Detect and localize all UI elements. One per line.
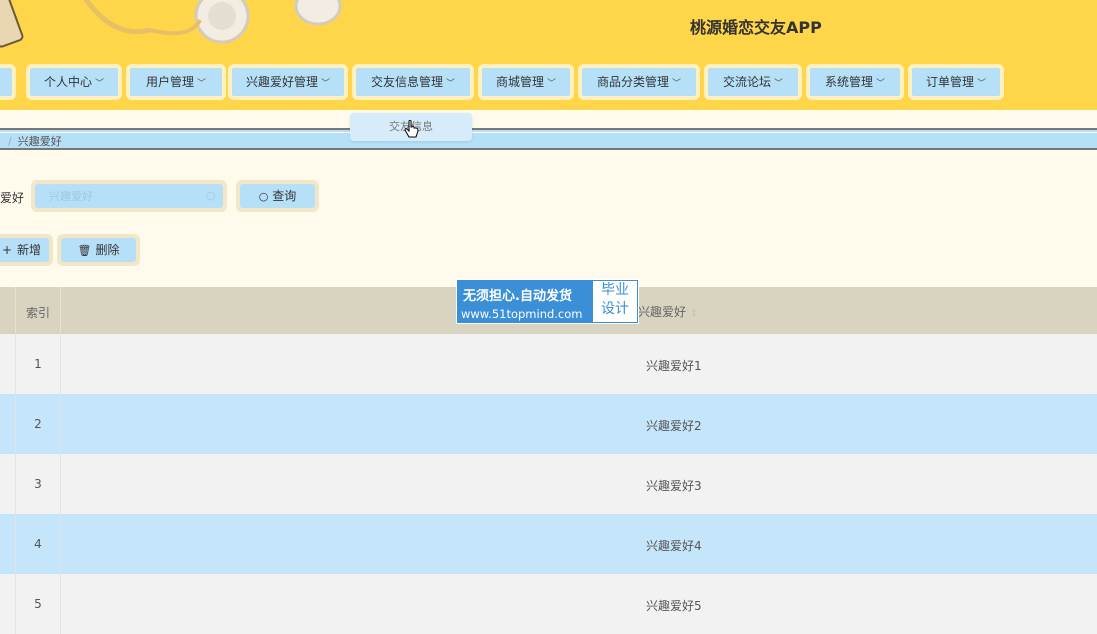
table-row[interactable]: 4 兴趣爱好4 [0, 514, 1097, 574]
nav-label: 订单管理 [925, 75, 974, 89]
nav-item-user-management[interactable]: 用户管理 ﹀ [126, 64, 226, 100]
table-row[interactable]: 5 兴趣爱好5 [0, 574, 1097, 634]
chevron-down-icon: ﹀ [774, 79, 784, 89]
row-hobby-cell: 兴趣爱好1 [646, 359, 702, 373]
row-hobby-cell: 兴趣爱好4 [646, 539, 702, 553]
hand-cursor-icon [404, 120, 419, 138]
row-index-cell: 5 [16, 574, 61, 634]
add-button-wrap: + 新增 [0, 234, 53, 266]
breadcrumb: / 兴趣爱好 [0, 128, 1097, 150]
search-icon: ○ [206, 189, 216, 202]
watermark-text: 无须担心.自动发货 www.51topmind.com [457, 280, 592, 323]
delete-button[interactable]: 🗑 删除 [61, 238, 136, 262]
chevron-down-icon: ﹀ [977, 79, 987, 89]
row-hobby-cell: 兴趣爱好3 [646, 479, 702, 493]
nav-item-order-management[interactable]: 订单管理 ﹀ [908, 64, 1004, 100]
column-header-index: 索引 [16, 287, 61, 334]
nav-item-forum[interactable]: 交流论坛 ﹀ [704, 64, 802, 100]
nav-item-hobby-management[interactable]: 兴趣爱好管理 ﹀ [228, 64, 348, 100]
add-button[interactable]: + 新增 [0, 238, 49, 262]
query-button-wrap: ○ 查询 [236, 180, 319, 212]
nav-spacer [0, 110, 1097, 128]
column-header-hobby[interactable]: 兴趣爱好 ⇕ [638, 303, 698, 320]
watermark-line1: 无须担心.自动发货 [463, 289, 572, 304]
watermark-badge: 毕业 设计 [593, 281, 637, 322]
query-button-label: 查询 [272, 189, 297, 203]
query-button[interactable]: ○ 查询 [240, 184, 315, 208]
row-index-cell: 2 [16, 394, 61, 454]
delete-button-label: 删除 [95, 243, 120, 257]
breadcrumb-separator: / [8, 135, 12, 148]
row-hobby-cell: 兴趣爱好5 [646, 599, 702, 613]
row-index-cell: 1 [16, 334, 61, 394]
trash-icon: 🗑 [77, 244, 92, 257]
nav-item-prev[interactable] [0, 64, 16, 100]
chevron-down-icon: ﹀ [672, 79, 682, 89]
nav-item-mall-management[interactable]: 商城管理 ﹀ [478, 64, 574, 100]
table-row[interactable]: 1 兴趣爱好1 [0, 334, 1097, 394]
chevron-down-icon: ﹀ [876, 79, 886, 89]
top-nav: 个人中心 ﹀ 用户管理 ﹀ 兴趣爱好管理 ﹀ 交友信息管理 ﹀ 商城管理 ﹀ 商品分类管理… [0, 58, 1097, 110]
nav-label: 商品分类管理 [596, 75, 669, 89]
search-label: 爱好 [0, 191, 25, 205]
column-header-hobby-label: 兴趣爱好 [638, 305, 687, 319]
app-title: 桃源婚恋交友APP [690, 18, 822, 37]
row-checkbox[interactable] [0, 394, 16, 454]
nav-label: 系统管理 [824, 75, 873, 89]
table-row[interactable]: 3 兴趣爱好3 [0, 454, 1097, 514]
nav-item-system-management[interactable]: 系统管理 ﹀ [806, 64, 904, 100]
row-index-cell: 4 [16, 514, 61, 574]
nav-item-dating-info-management[interactable]: 交友信息管理 ﹀ [352, 64, 474, 100]
delete-button-wrap: 🗑 删除 [57, 234, 140, 266]
header-banner: 桃源婚恋交友APP [0, 0, 1097, 58]
search-icon: ○ [258, 190, 269, 203]
chevron-down-icon: ﹀ [321, 79, 331, 89]
plus-icon: + [1, 243, 13, 257]
row-checkbox[interactable] [0, 574, 16, 634]
watermark-badge-line1: 毕业 [601, 282, 629, 298]
breadcrumb-current: 兴趣爱好 [17, 135, 62, 148]
nav-item-personal-center[interactable]: 个人中心 ﹀ [26, 64, 122, 100]
table-row[interactable]: 2 兴趣爱好2 [0, 394, 1097, 454]
nav-label: 个人中心 [43, 75, 92, 89]
chevron-down-icon: ﹀ [547, 79, 557, 89]
nav-label: 商城管理 [495, 75, 544, 89]
row-checkbox[interactable] [0, 454, 16, 514]
chevron-down-icon: ﹀ [197, 79, 207, 89]
nav-label: 用户管理 [145, 75, 194, 89]
sort-icon[interactable]: ⇕ [690, 309, 698, 319]
watermark-banner: 无须担心.自动发货 www.51topmind.com 毕业 设计 [456, 279, 639, 324]
row-checkbox[interactable] [0, 514, 16, 574]
nav-label: 交流论坛 [722, 75, 771, 89]
row-hobby-cell: 兴趣爱好2 [646, 419, 702, 433]
chevron-down-icon: ﹀ [95, 79, 105, 89]
headphones-decoration [0, 0, 342, 48]
search-box [31, 180, 227, 212]
search-input[interactable] [35, 184, 223, 208]
nav-label: 兴趣爱好管理 [245, 75, 318, 89]
select-all-checkbox[interactable] [0, 287, 16, 334]
nav-label: 交友信息管理 [370, 75, 443, 89]
row-checkbox[interactable] [0, 334, 16, 394]
nav-item-category-management[interactable]: 商品分类管理 ﹀ [578, 64, 700, 100]
add-button-label: 新增 [17, 243, 42, 257]
chevron-down-icon: ﹀ [446, 79, 456, 89]
watermark-badge-line2: 设计 [601, 301, 629, 317]
row-index-cell: 3 [16, 454, 61, 514]
breadcrumb-trail: / 兴趣爱好 [8, 133, 62, 149]
watermark-line2: www.51topmind.com [461, 307, 583, 321]
